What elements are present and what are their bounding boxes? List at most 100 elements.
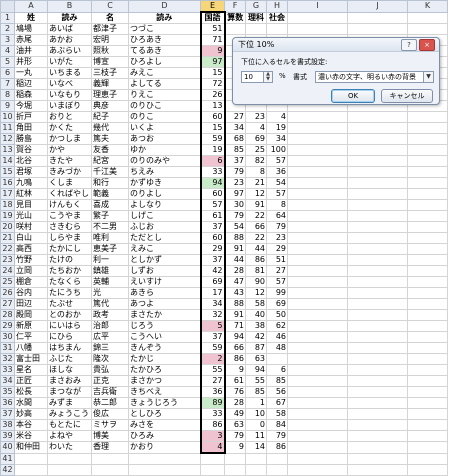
cell[interactable] <box>287 23 348 35</box>
cell[interactable] <box>287 309 348 321</box>
cell[interactable] <box>407 331 448 343</box>
cell[interactable] <box>347 166 408 178</box>
cell[interactable] <box>347 276 408 288</box>
cell[interactable]: 71 <box>199 34 226 46</box>
cell[interactable]: 一丸 <box>14 67 48 79</box>
cell[interactable]: まさたか <box>128 309 201 321</box>
cell[interactable]: みずま <box>47 397 92 409</box>
cell[interactable]: えみこ <box>128 243 201 255</box>
cell[interactable]: 立岡 <box>14 265 48 277</box>
cell[interactable]: 60 <box>199 232 226 244</box>
cell[interactable]: 高西 <box>14 243 48 255</box>
cell[interactable]: 竹野 <box>14 254 48 266</box>
cell[interactable]: 読み <box>47 11 92 24</box>
row-header[interactable]: 40 <box>0 441 15 454</box>
cell[interactable]: 今堀 <box>14 100 48 112</box>
cell[interactable]: たちおか <box>47 265 92 277</box>
cell[interactable]: 6 <box>266 364 288 376</box>
row-header[interactable]: 17 <box>0 188 15 200</box>
cell[interactable]: 66 <box>224 342 246 354</box>
cell[interactable]: かや <box>47 144 92 156</box>
row-header[interactable]: 5 <box>0 56 15 68</box>
cell[interactable]: ちえみ <box>128 166 201 178</box>
cell[interactable] <box>200 452 225 465</box>
cell[interactable]: のりこ <box>128 111 201 123</box>
cell[interactable]: 81 <box>245 265 267 277</box>
cell[interactable] <box>407 375 448 387</box>
cell[interactable] <box>287 353 348 365</box>
cell[interactable]: 勝島 <box>14 133 48 145</box>
cell[interactable]: 算数 <box>224 11 246 24</box>
cell[interactable]: 繁子 <box>91 210 129 222</box>
cell[interactable] <box>287 243 348 255</box>
cell[interactable]: 88 <box>224 298 246 310</box>
cell[interactable]: 44 <box>224 254 246 266</box>
cell[interactable] <box>407 232 448 244</box>
cell[interactable]: みさを <box>128 419 201 431</box>
cell[interactable]: きょうじろう <box>128 397 201 409</box>
cell[interactable]: 79 <box>224 166 246 178</box>
cell[interactable]: まつなが <box>47 386 92 398</box>
cell[interactable]: 4 <box>199 441 226 454</box>
cell[interactable]: 稲辺 <box>14 78 48 90</box>
column-header-k[interactable]: K <box>407 0 448 13</box>
cell[interactable]: 典彦 <box>91 100 129 112</box>
cell[interactable]: たけの <box>47 254 92 266</box>
cell[interactable]: 59 <box>199 342 226 354</box>
cell[interactable] <box>287 320 348 332</box>
cell[interactable]: あつお <box>128 133 201 145</box>
cell[interactable]: 俊広 <box>91 408 129 420</box>
cell[interactable]: もとたに <box>47 419 92 431</box>
cell[interactable]: 恭二郎 <box>91 397 129 409</box>
cell[interactable] <box>224 464 246 476</box>
cell[interactable] <box>245 464 267 476</box>
cell[interactable]: 23 <box>245 111 267 123</box>
cell[interactable]: こうやま <box>47 210 92 222</box>
row-header[interactable]: 4 <box>0 45 15 57</box>
cell[interactable]: あいば <box>47 23 92 35</box>
cell[interactable] <box>347 331 408 343</box>
cell[interactable]: 38 <box>245 320 267 332</box>
cell[interactable]: 44 <box>245 243 267 255</box>
cell[interactable]: 71 <box>224 320 246 332</box>
row-header[interactable]: 3 <box>0 34 15 46</box>
cell[interactable]: いまぼり <box>47 100 92 112</box>
cell[interactable]: 12 <box>245 287 267 299</box>
cell[interactable] <box>245 452 267 465</box>
cell[interactable]: 69 <box>266 298 288 310</box>
cell[interactable]: たかにし <box>47 243 92 255</box>
cell[interactable]: 82 <box>245 155 267 167</box>
close-button[interactable]: × <box>419 39 435 51</box>
cell[interactable]: よしてる <box>128 78 201 90</box>
cell[interactable] <box>407 408 448 420</box>
spin-down-icon[interactable]: ▼ <box>264 77 272 82</box>
row-header[interactable]: 9 <box>0 100 15 112</box>
cell[interactable]: 国語 <box>199 11 226 24</box>
cell[interactable]: 社会 <box>266 11 288 24</box>
row-header[interactable]: 36 <box>0 397 15 409</box>
cell[interactable]: ミサヲ <box>91 419 129 431</box>
cell[interactable] <box>287 287 348 299</box>
cell[interactable] <box>287 331 348 343</box>
cell[interactable] <box>347 111 408 123</box>
cell[interactable]: わいた <box>47 441 92 454</box>
cell[interactable]: 28 <box>224 397 246 409</box>
cell[interactable]: かくた <box>47 122 92 134</box>
cell[interactable]: 15 <box>199 122 226 134</box>
cell[interactable]: 15 <box>199 67 226 79</box>
cell[interactable]: 56 <box>266 386 288 398</box>
cell[interactable]: 千江美 <box>91 166 129 178</box>
cell[interactable]: 治郎 <box>91 320 129 332</box>
cell[interactable] <box>347 397 408 409</box>
cell[interactable]: 72 <box>199 78 226 90</box>
cell[interactable]: ほしな <box>47 364 92 376</box>
cell[interactable]: 紀子 <box>91 111 129 123</box>
cell[interactable]: 19 <box>266 122 288 134</box>
cell[interactable]: 和仲田 <box>14 441 48 454</box>
cell[interactable] <box>287 386 348 398</box>
row-header[interactable]: 27 <box>0 298 15 310</box>
cell[interactable]: きたや <box>47 155 92 167</box>
cell[interactable]: ひろよし <box>128 56 201 68</box>
cell[interactable]: よしなり <box>128 199 201 211</box>
cell[interactable]: 79 <box>266 430 288 442</box>
